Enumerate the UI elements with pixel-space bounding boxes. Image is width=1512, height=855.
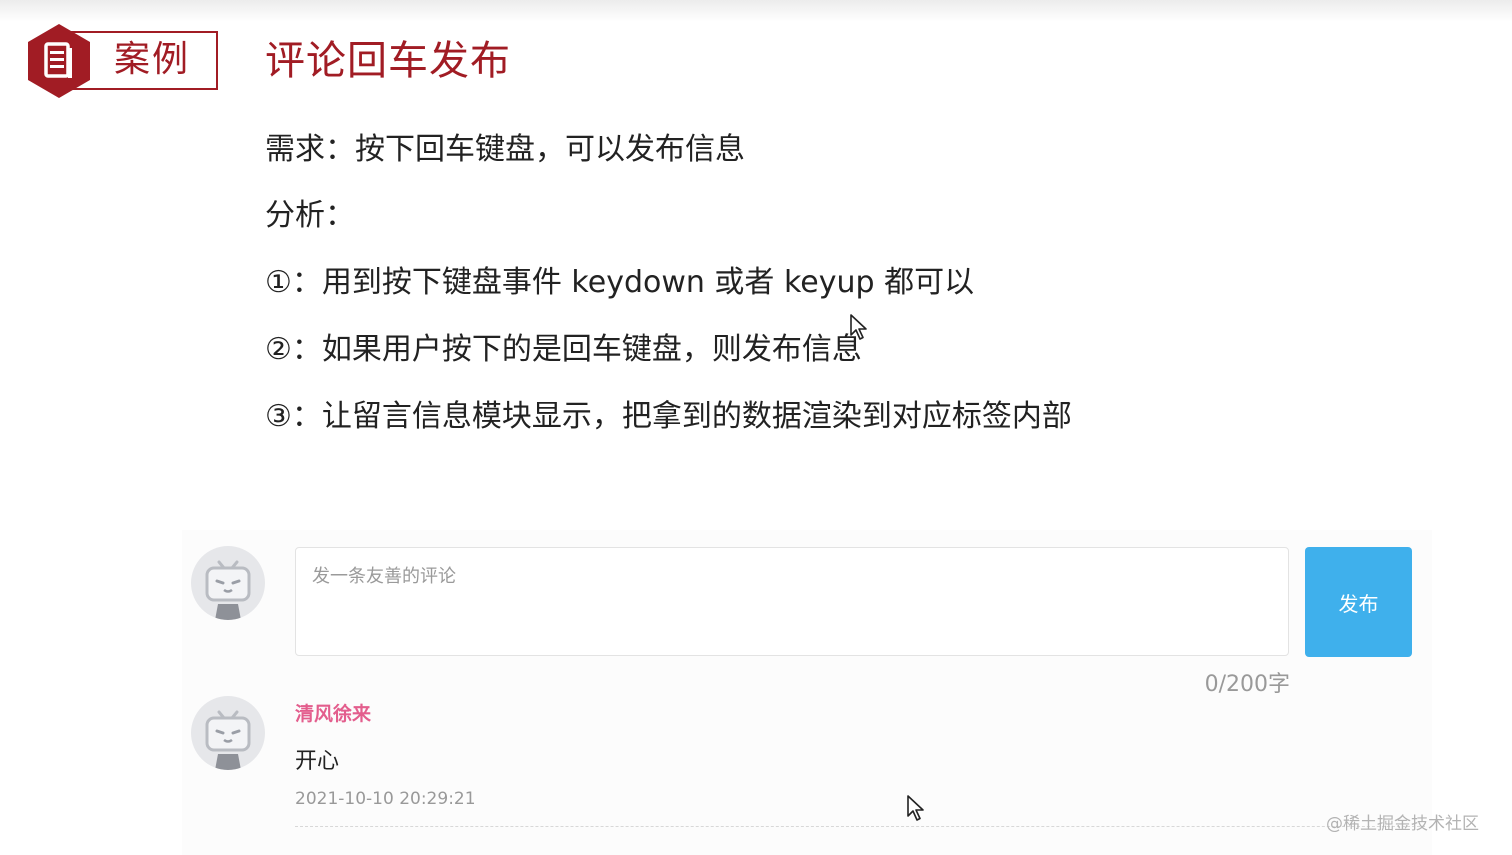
commenter-avatar [191, 696, 265, 770]
user-avatar [191, 546, 265, 620]
top-shadow [0, 0, 1512, 22]
publish-button[interactable]: 发布 [1305, 547, 1412, 657]
comment-divider [295, 826, 1425, 827]
comment-timestamp: 2021-10-10 20:29:21 [295, 789, 476, 809]
badge-label: 案例 [114, 39, 191, 80]
document-icon [28, 24, 90, 98]
mouse-cursor-icon [907, 795, 924, 821]
watermark: @稀土掘金技术社区 [1326, 814, 1479, 834]
comment-username: 清风徐来 [295, 703, 372, 725]
tv-mascot-icon [205, 710, 251, 770]
mouse-cursor-icon [850, 314, 867, 340]
requirement-text: 需求：按下回车键盘，可以发布信息 [265, 132, 745, 167]
case-badge: 案例 [26, 22, 222, 98]
analysis-heading: 分析： [265, 198, 355, 233]
page-title: 评论回车发布 [265, 38, 511, 84]
analysis-step-3: ③：让留言信息模块显示，把拿到的数据渲染到对应标签内部 [265, 399, 1072, 434]
analysis-step-2: ②：如果用户按下的是回车键盘，则发布信息 [265, 332, 862, 367]
comment-text: 开心 [295, 749, 340, 774]
char-counter: 0/200字 [1204, 672, 1290, 697]
comment-input[interactable] [295, 547, 1289, 656]
tv-mascot-icon [205, 560, 251, 620]
analysis-step-1: ①：用到按下键盘事件 keydown 或者 keyup 都可以 [265, 265, 975, 300]
